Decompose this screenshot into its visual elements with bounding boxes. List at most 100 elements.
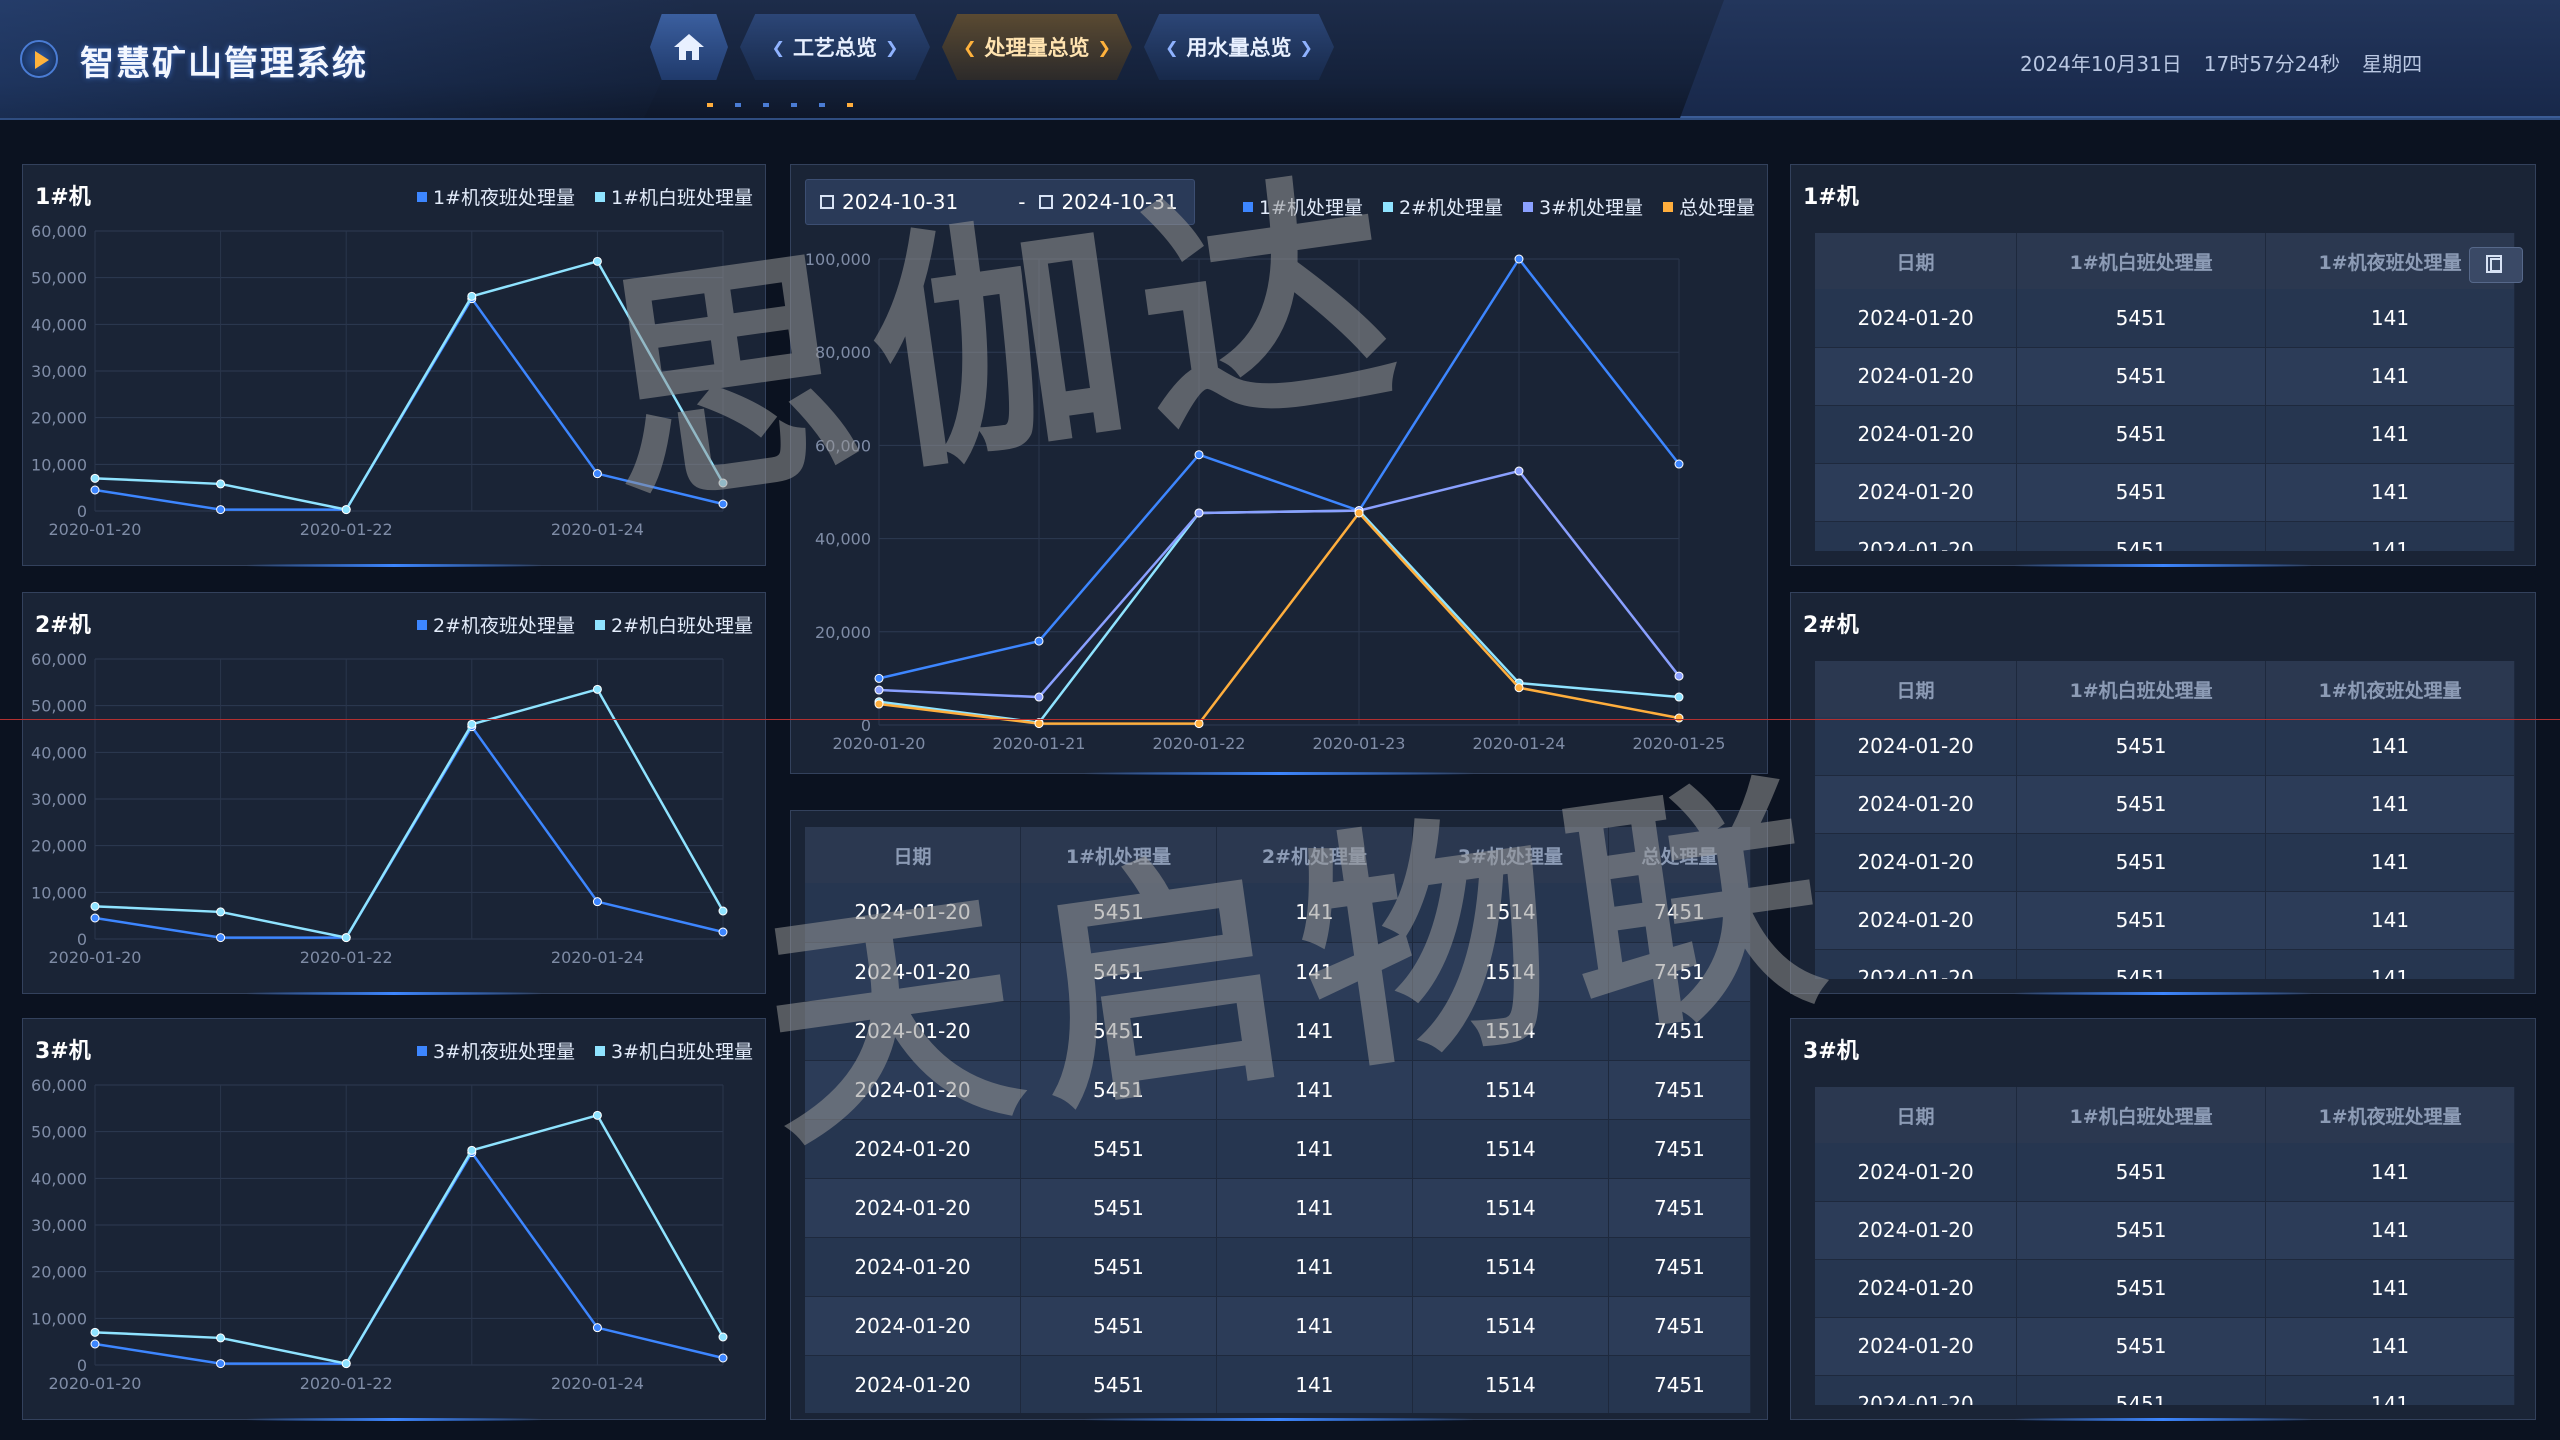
series-line [94, 1113, 725, 1366]
table-row[interactable]: 2024-01-20 5451 141 1514 7451 [805, 1178, 1751, 1238]
column-header[interactable]: 1#机夜班处理量 [2265, 661, 2515, 717]
table-row[interactable]: 2024-01-20 5451 141 1514 7451 [805, 1296, 1751, 1356]
y-tick-label: 20,000 [31, 1263, 87, 1282]
series-line [94, 687, 725, 940]
table-cell: 2024-01-20 [1815, 1143, 2018, 1202]
data-point [341, 505, 351, 515]
column-header[interactable]: 1#机白班处理量 [2016, 233, 2267, 289]
data-point [1194, 719, 1204, 729]
y-tick-label: 0 [77, 930, 87, 949]
column-header[interactable]: 1#机白班处理量 [2016, 1087, 2267, 1143]
column-header[interactable]: 总处理量 [1608, 827, 1751, 883]
tab-process-overview[interactable]: ❮ 工艺总览 ❯ [740, 14, 930, 80]
table-row[interactable]: 2024-01-20 5451 141 [1815, 405, 2515, 464]
y-tick-label: 40,000 [31, 743, 87, 762]
top-header: 智慧矿山管理系统 ❮ 工艺总览 ❯ ❮ 处理量总览 ❯ ❮ 用水量总览 ❯ 20… [0, 0, 2560, 120]
machine-2-table-scroll[interactable]: 日期 1#机白班处理量 1#机夜班处理量 2024-01-20 5451 141 2024-… [1815, 661, 2515, 979]
y-tick-label: 60,000 [31, 650, 87, 669]
machine-2-table: 日期 1#机白班处理量 1#机夜班处理量 2024-01-20 5451 141 2024-… [1815, 661, 2515, 979]
table-cell: 2024-01-20 [1815, 1317, 2018, 1376]
series-line [94, 259, 725, 512]
table-row[interactable]: 2024-01-20 5451 141 1514 7451 [805, 1355, 1751, 1413]
table-row[interactable]: 2024-01-20 5451 141 1514 7451 [805, 1060, 1751, 1120]
column-header[interactable]: 日期 [1815, 1087, 2018, 1143]
column-header[interactable]: 日期 [805, 827, 1021, 883]
column-header[interactable]: 日期 [1815, 661, 2018, 717]
home-icon [674, 34, 704, 60]
table-row[interactable]: 2024-01-20 5451 141 1514 7451 [805, 1001, 1751, 1061]
tab-water-overview[interactable]: ❮ 用水量总览 ❯ [1144, 14, 1334, 80]
table-cell: 5451 [2016, 521, 2267, 551]
table-cell: 2024-01-20 [1815, 289, 2018, 348]
table-cell: 141 [1216, 1119, 1413, 1179]
table-cell: 141 [2265, 1375, 2515, 1405]
y-tick-label: 10,000 [31, 455, 87, 474]
table-row[interactable]: 2024-01-20 5451 141 [1815, 949, 2515, 979]
table-row[interactable]: 2024-01-20 5451 141 1514 7451 [805, 883, 1751, 943]
data-point [1194, 450, 1204, 460]
table-row[interactable]: 2024-01-20 5451 141 [1815, 1375, 2515, 1405]
machine-3-table-scroll[interactable]: 日期 1#机白班处理量 1#机夜班处理量 2024-01-20 5451 141 2024-… [1815, 1087, 2515, 1405]
table-row[interactable]: 2024-01-20 5451 141 [1815, 891, 2515, 950]
table-cell: 141 [2265, 347, 2515, 406]
tab-label: 处理量总览 [984, 36, 1090, 60]
column-header[interactable]: 日期 [1815, 233, 2018, 289]
column-header[interactable]: 1#机夜班处理量 [2265, 1087, 2515, 1143]
table-row[interactable]: 2024-01-20 5451 141 1514 7451 [805, 942, 1751, 1002]
table-row[interactable]: 2024-01-20 5451 141 [1815, 289, 2515, 348]
table-row[interactable]: 2024-01-20 5451 141 [1815, 775, 2515, 834]
panel-title: 1#机 [1803, 185, 1859, 210]
x-tick-label: 2020-01-25 [1633, 734, 1726, 753]
current-weekday: 星期四 [2362, 52, 2423, 76]
chevron-left-icon: ❮ [963, 37, 977, 57]
app-title: 智慧矿山管理系统 [80, 44, 368, 84]
table-row[interactable]: 2024-01-20 5451 141 [1815, 463, 2515, 522]
copy-button[interactable] [2469, 247, 2523, 283]
x-tick-label: 2020-01-23 [1313, 734, 1406, 753]
table-cell: 5451 [2016, 347, 2267, 406]
machine-1-table-scroll[interactable]: 日期 1#机白班处理量 1#机夜班处理量 2024-01-20 5451 141 2024-… [1815, 233, 2515, 551]
table-row[interactable]: 2024-01-20 5451 141 [1815, 521, 2515, 551]
throughput-table-scroll[interactable]: 日期 1#机处理量 2#机处理量 3#机处理量 总处理量 2024-01-20 5451 14… [805, 827, 1751, 1413]
table-cell: 1514 [1412, 942, 1609, 1002]
table-row[interactable]: 2024-01-20 5451 141 [1815, 1259, 2515, 1318]
table-cell: 2024-01-20 [805, 942, 1021, 1002]
table-cell: 141 [2265, 463, 2515, 522]
column-header[interactable]: 2#机处理量 [1216, 827, 1413, 883]
table-row[interactable]: 2024-01-20 5451 141 1514 7451 [805, 1119, 1751, 1179]
tab-label: 工艺总览 [793, 36, 877, 60]
table-cell: 5451 [2016, 1317, 2267, 1376]
table-row[interactable]: 2024-01-20 5451 141 [1815, 1317, 2515, 1376]
table-cell: 2024-01-20 [1815, 833, 2018, 892]
table-cell: 141 [2265, 1259, 2515, 1318]
chevron-left-icon: ❮ [1165, 37, 1179, 57]
home-button[interactable] [650, 14, 728, 80]
series-line [878, 256, 1680, 680]
data-point [592, 469, 602, 479]
column-header[interactable]: 3#机处理量 [1412, 827, 1609, 883]
x-tick-label: 2020-01-24 [1473, 734, 1566, 753]
tab-throughput-overview[interactable]: ❮ 处理量总览 ❯ [942, 14, 1132, 80]
column-header[interactable]: 1#机白班处理量 [2016, 661, 2267, 717]
table-cell: 141 [2265, 521, 2515, 551]
table-row[interactable]: 2024-01-20 5451 141 [1815, 347, 2515, 406]
table-cell: 5451 [2016, 717, 2267, 776]
data-point [341, 1359, 351, 1369]
table-cell: 2024-01-20 [1815, 775, 2018, 834]
table-row[interactable]: 2024-01-20 5451 141 [1815, 833, 2515, 892]
machine-2-line-chart: 0 10,000 20,000 30,000 40,000 50,000 60,000 202… [31, 650, 728, 967]
table-row[interactable]: 2024-01-20 5451 141 [1815, 1143, 2515, 1202]
table-row[interactable]: 2024-01-20 5451 141 [1815, 1201, 2515, 1260]
column-header[interactable]: 1#机处理量 [1020, 827, 1217, 883]
table-cell: 7451 [1608, 1355, 1751, 1413]
table-cell: 1514 [1412, 1060, 1609, 1120]
table-cell: 2024-01-20 [805, 1296, 1021, 1356]
data-point [1514, 466, 1524, 476]
table-row[interactable]: 2024-01-20 5451 141 [1815, 717, 2515, 776]
panel-title: 3#机 [1803, 1039, 1859, 1064]
data-point [592, 684, 602, 694]
table-cell: 141 [2265, 717, 2515, 776]
table-cell: 5451 [1020, 942, 1217, 1002]
table-cell: 7451 [1608, 1296, 1751, 1356]
table-row[interactable]: 2024-01-20 5451 141 1514 7451 [805, 1237, 1751, 1297]
